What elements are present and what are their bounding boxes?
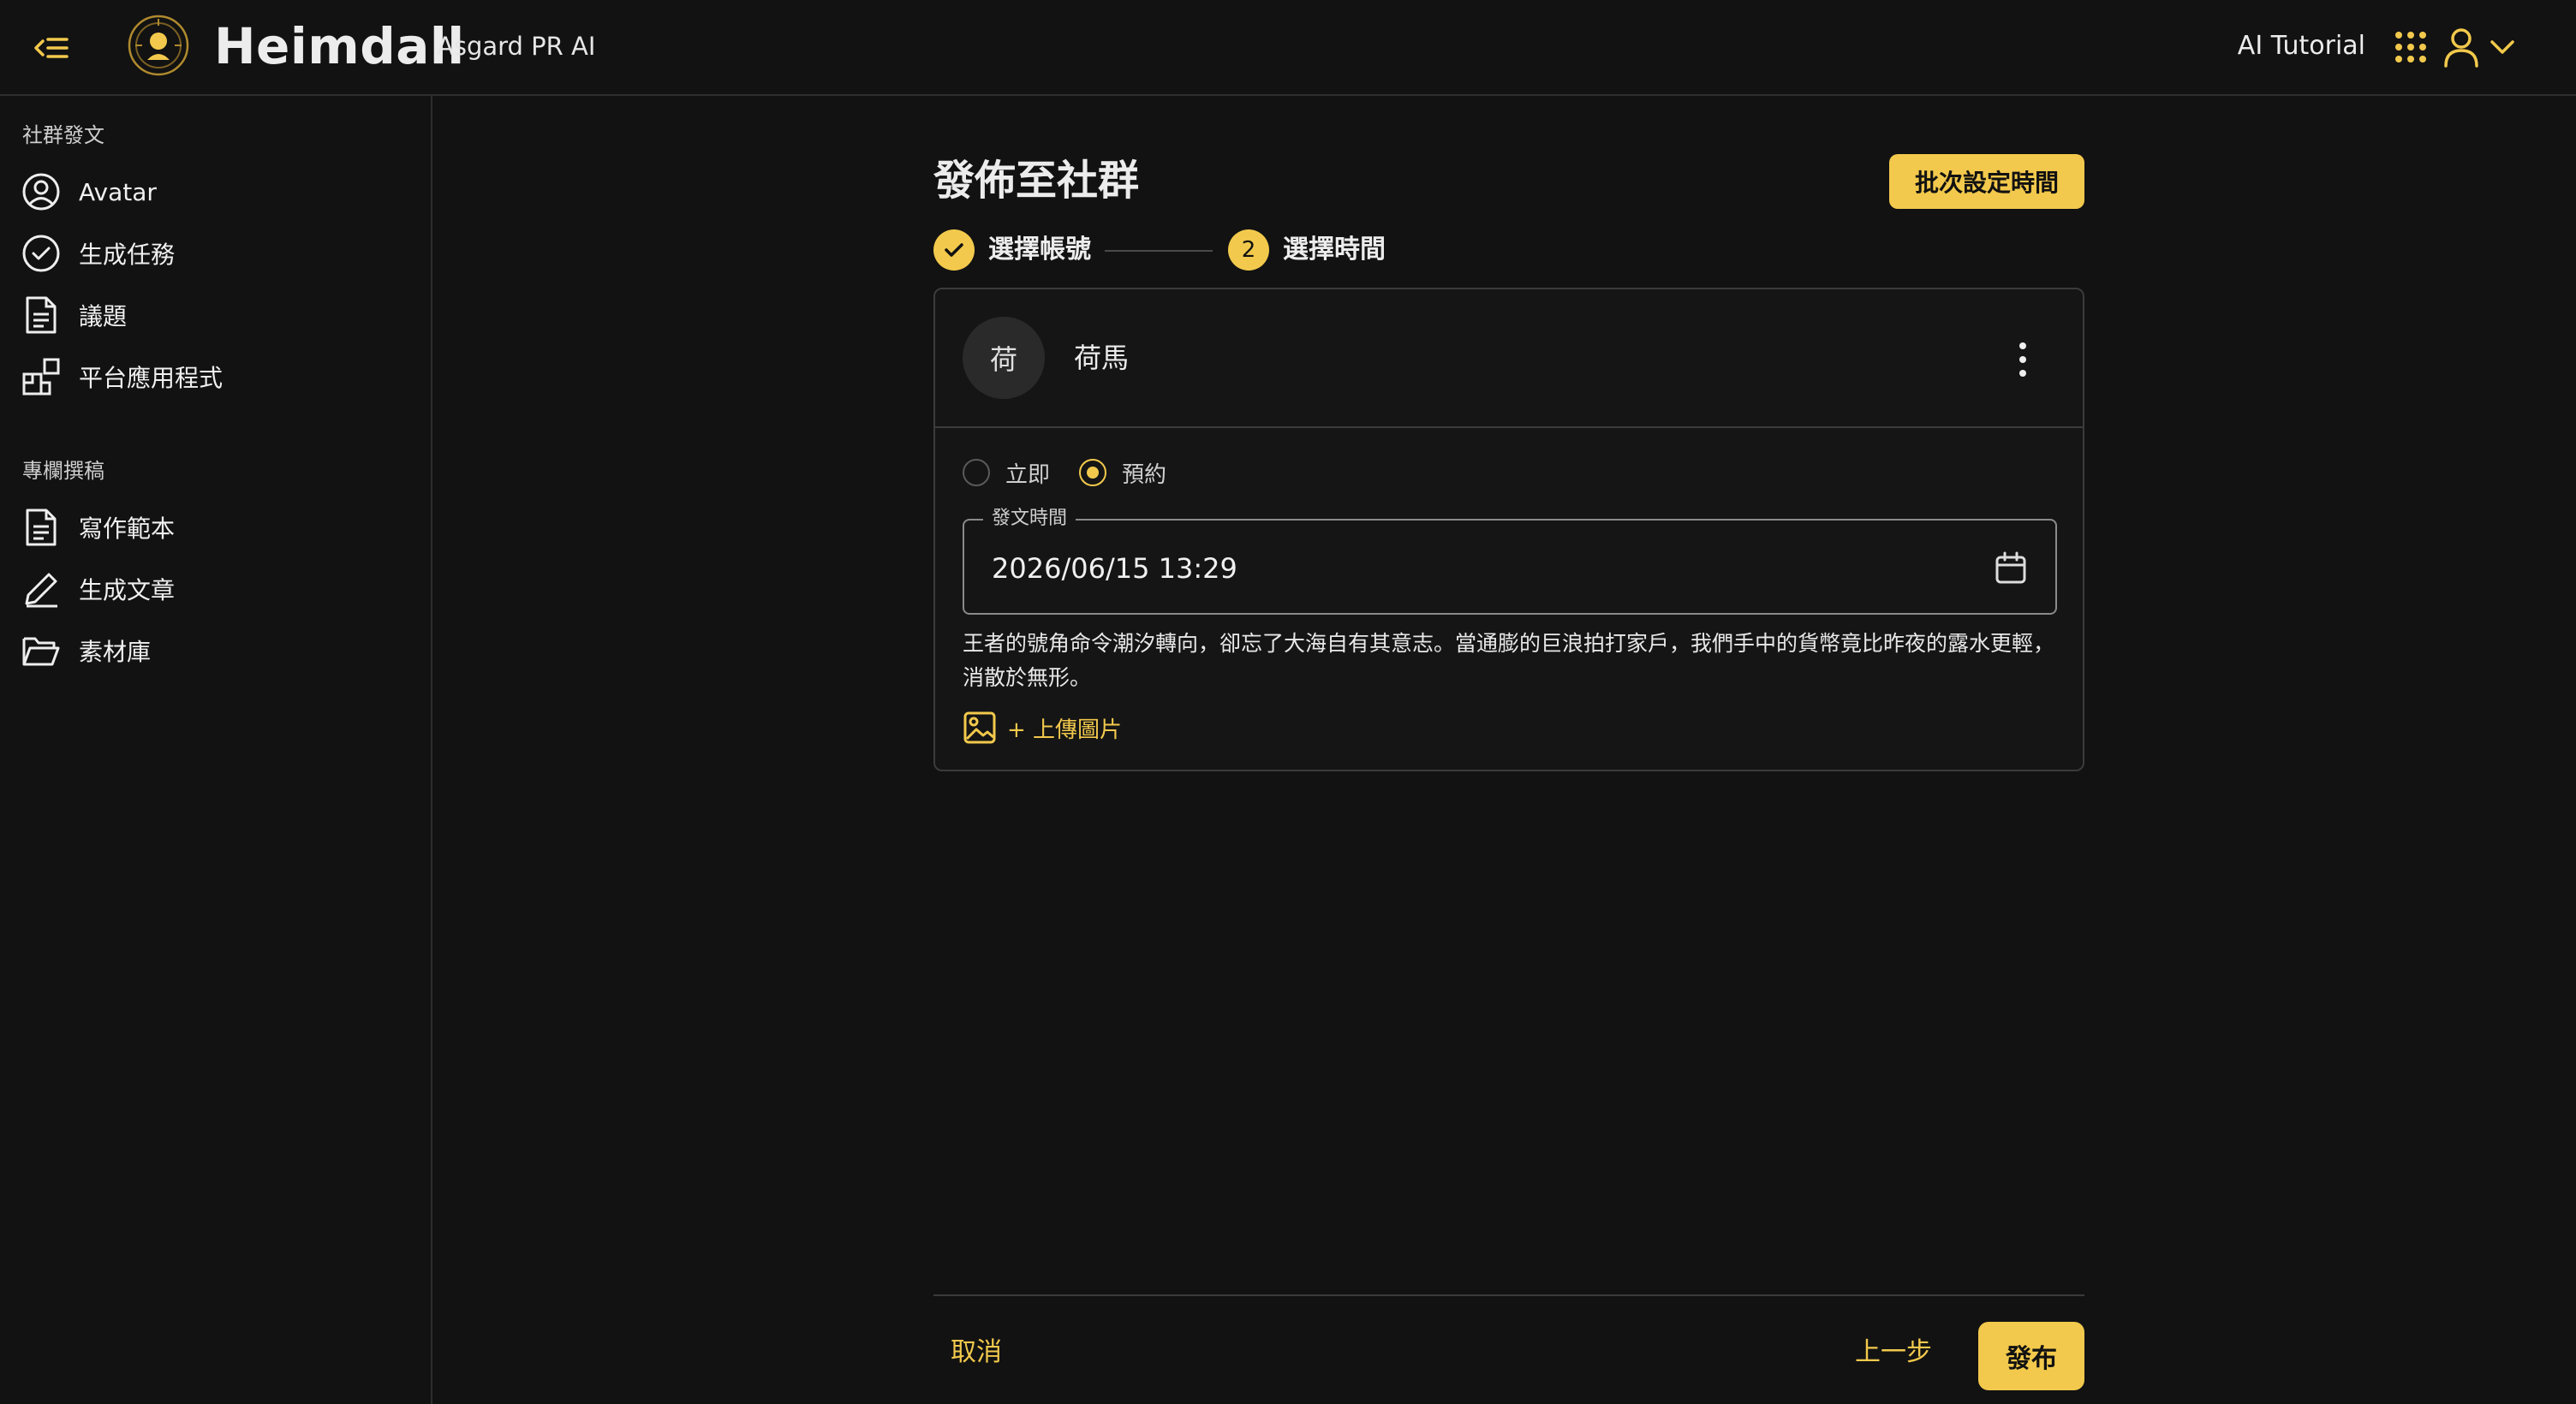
publish-button[interactable]: 發布 <box>1978 1322 2084 1390</box>
user-menu-button[interactable] <box>2442 24 2525 70</box>
radio-scheduled[interactable]: 預約 <box>1079 457 1166 489</box>
ai-tutorial-link[interactable]: AI Tutorial <box>2238 27 2365 65</box>
footer-divider <box>933 1294 2084 1296</box>
sidebar-item-tasks[interactable]: 生成任務 <box>21 228 414 279</box>
step-2-label: 選擇時間 <box>1283 235 1386 265</box>
avatar: 荷 <box>963 317 1045 399</box>
menu-collapse-button[interactable] <box>29 26 74 70</box>
sidebar-section-column: 專欄撰稿 <box>22 459 104 483</box>
chevron-down-icon <box>2490 40 2514 54</box>
page-title: 發佈至社群 <box>933 157 1140 205</box>
sidebar-item-avatar[interactable]: Avatar <box>21 166 414 217</box>
menu-collapse-icon <box>34 38 69 58</box>
upload-image-button[interactable]: + 上傳圖片 <box>963 707 1122 748</box>
radio-label: 立即 <box>1005 461 1051 488</box>
sidebar-item-materials[interactable]: 素材庫 <box>21 625 414 676</box>
radio-circle-selected <box>1079 459 1107 486</box>
cancel-button[interactable]: 取消 <box>951 1330 1002 1368</box>
publish-time-input[interactable] <box>992 544 1977 592</box>
sidebar-item-platform-apps[interactable]: 平台應用程式 <box>21 351 414 402</box>
document-icon <box>21 507 62 548</box>
radio-circle <box>963 459 990 486</box>
calendar-icon[interactable] <box>1992 550 2030 587</box>
step-connector <box>1105 250 1213 252</box>
radio-immediate[interactable]: 立即 <box>963 457 1050 489</box>
user-circle-icon <box>21 171 62 212</box>
apps-grid-icon[interactable] <box>2393 29 2429 65</box>
account-header: 荷 荷馬 <box>935 289 2083 428</box>
document-icon <box>21 294 62 336</box>
apps-icon <box>21 356 62 397</box>
brand-subtitle: Asgard PR AI <box>437 32 596 61</box>
sidebar-item-label: 生成文章 <box>79 576 176 604</box>
sidebar-item-label: Avatar <box>79 177 157 206</box>
radio-label: 預約 <box>1122 461 1167 488</box>
publish-mode-group: 立即 預約 <box>963 455 1196 490</box>
pen-icon <box>21 568 62 610</box>
sidebar: 社群發文 Avatar 生成任務 議題 平台應用程式 專欄撰稿 寫作範本 生成文… <box>0 96 432 1404</box>
folder-icon <box>21 630 62 671</box>
brand-name: Heimdall <box>214 17 465 75</box>
account-post-card: 荷 荷馬 立即 預約 發文時間 王者的號角命令潮汐轉向，卻忘了大海自有其意志。當… <box>933 288 2084 771</box>
step-1-done-marker <box>933 229 975 271</box>
check-icon <box>945 243 963 257</box>
sidebar-item-label: 生成任務 <box>79 241 176 269</box>
post-content: 王者的號角命令潮汐轉向，卻忘了大海自有其意志。當通膨的巨浪拍打家戶，我們手中的貨… <box>963 631 2055 690</box>
field-label: 發文時間 <box>983 505 1076 532</box>
publish-time-field: 發文時間 <box>963 505 2057 615</box>
previous-step-button[interactable]: 上一步 <box>1855 1330 1932 1368</box>
image-icon <box>963 711 996 744</box>
batch-schedule-button[interactable]: 批次設定時間 <box>1889 154 2084 209</box>
sidebar-item-label: 寫作範本 <box>79 515 176 543</box>
heimdall-logo-icon <box>128 15 189 76</box>
more-options-icon[interactable] <box>2011 339 2035 380</box>
sidebar-item-label: 議題 <box>79 302 128 330</box>
sidebar-item-label: 素材庫 <box>79 638 152 666</box>
step-2-marker: 2 <box>1228 229 1269 271</box>
check-circle-icon <box>21 233 62 274</box>
step-1-label: 選擇帳號 <box>988 235 1091 265</box>
top-header: Heimdall Asgard PR AI AI Tutorial <box>0 0 2576 96</box>
user-icon <box>2444 28 2478 68</box>
sidebar-item-generate-article[interactable]: 生成文章 <box>21 563 414 615</box>
sidebar-item-label: 平台應用程式 <box>79 364 224 392</box>
sidebar-section-social: 社群發文 <box>22 123 104 147</box>
account-name: 荷馬 <box>1074 342 1130 374</box>
upload-label: + 上傳圖片 <box>1007 717 1123 743</box>
sidebar-item-templates[interactable]: 寫作範本 <box>21 502 414 553</box>
stepper: 選擇帳號 2 選擇時間 <box>933 228 1533 272</box>
sidebar-item-topics[interactable]: 議題 <box>21 289 414 341</box>
